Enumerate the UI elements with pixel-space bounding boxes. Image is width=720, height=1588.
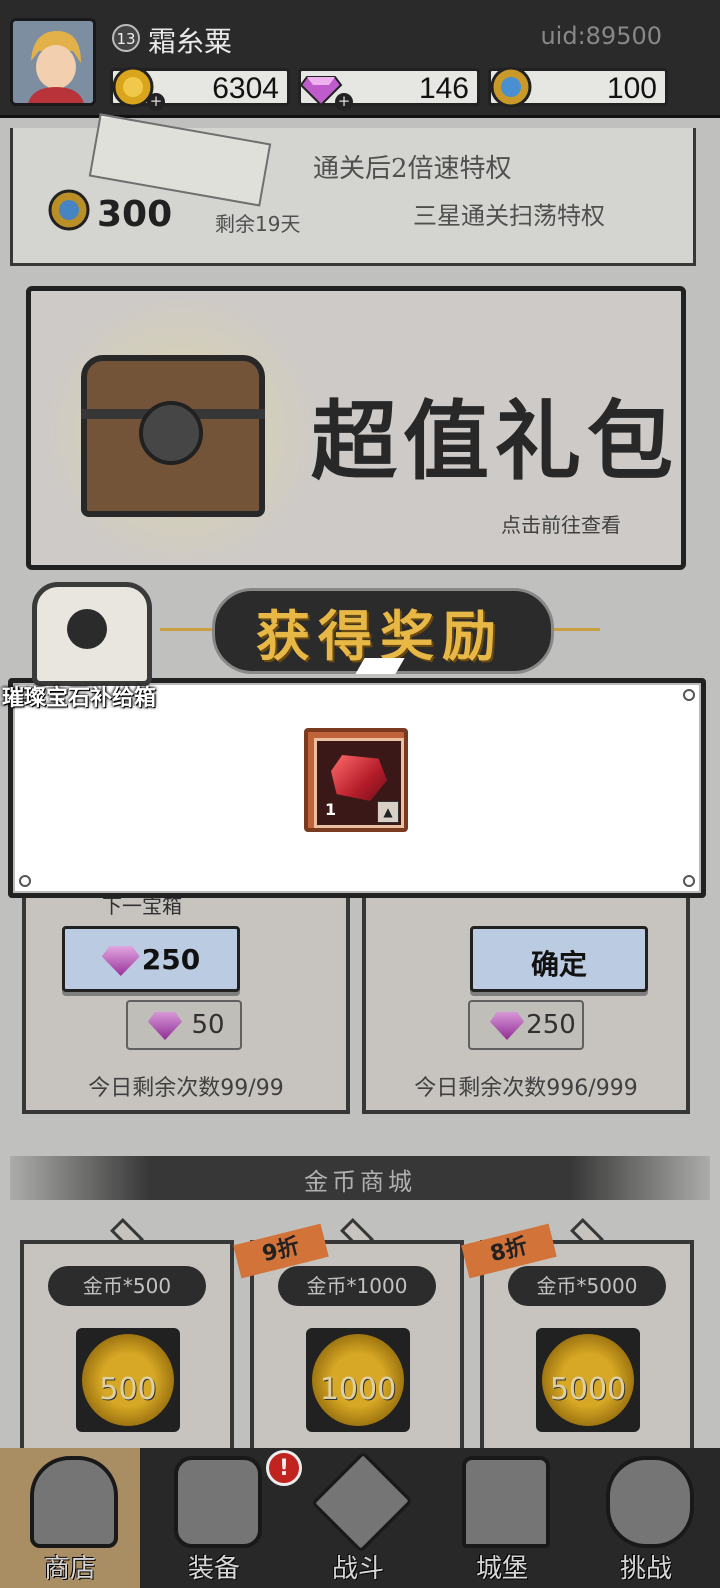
reward-item-slot[interactable]: 1 ▲: [304, 728, 408, 832]
player-avatar[interactable]: [10, 18, 96, 106]
gem-value: 146: [418, 72, 469, 105]
gem-supply-chest-icon: [32, 582, 152, 686]
red-gem-icon: [331, 755, 387, 801]
chest-name: 璀璨宝石补给箱: [2, 686, 157, 711]
token-counter[interactable]: 100: [488, 65, 668, 109]
gold-value: 6304: [212, 72, 279, 105]
player-name: 霜糸粟: [148, 25, 233, 58]
item-type-icon: ▲: [377, 801, 399, 823]
token-icon: [489, 65, 533, 109]
add-gem-icon[interactable]: +: [335, 93, 353, 111]
gem-counter[interactable]: + 146: [298, 68, 480, 111]
reward-title-banner: 获得奖励: [160, 588, 600, 676]
gold-counter[interactable]: + 6304: [110, 66, 290, 111]
reward-item-count: 1: [325, 800, 337, 819]
player-uid: uid:89500: [540, 22, 662, 50]
add-gold-icon[interactable]: +: [147, 93, 165, 111]
token-value: 100: [606, 72, 657, 105]
player-level-badge: 13: [112, 24, 140, 52]
